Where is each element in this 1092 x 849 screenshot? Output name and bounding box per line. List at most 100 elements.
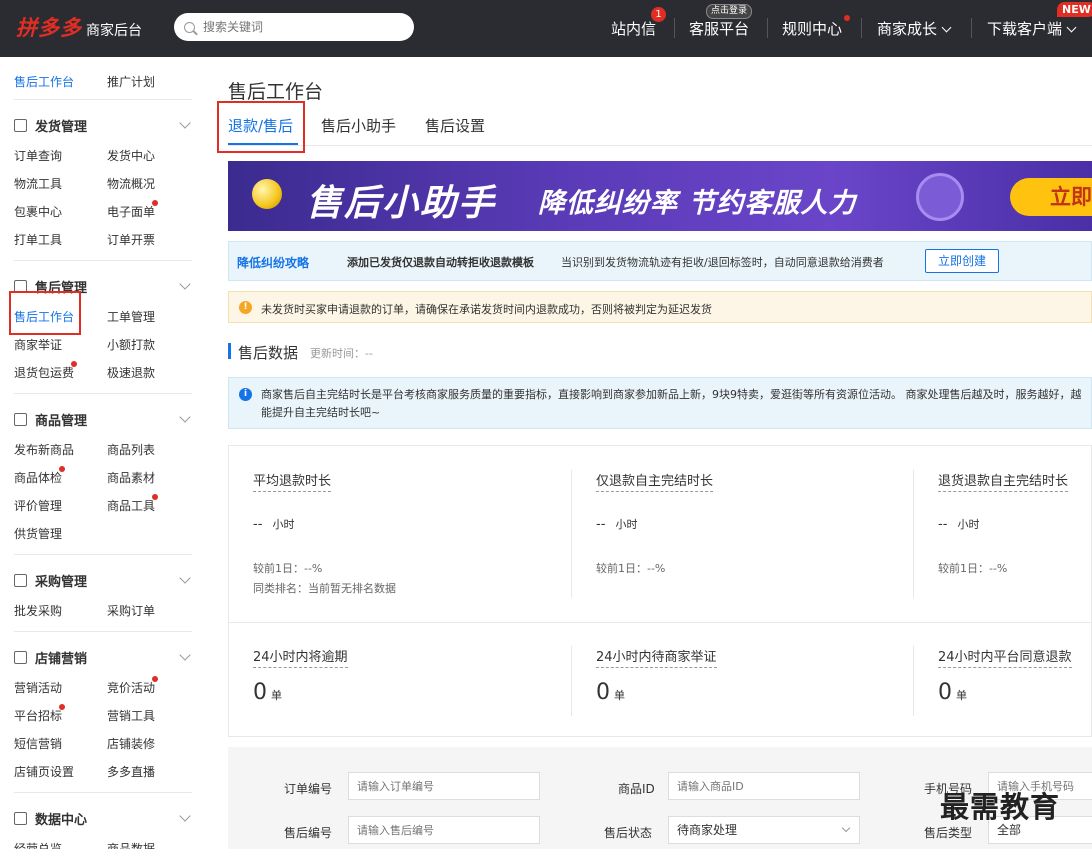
sidebar-group-purchase[interactable]: 采购管理 [14,571,87,590]
promo-banner[interactable]: 售后小助手 降低纠纷率 节约客服人力 立即 [228,161,1092,231]
sidebar-item[interactable]: 商品体检 [14,469,62,486]
sidebar-item[interactable]: 退货包运费 [14,364,74,381]
stat-avg-refund-time-label[interactable]: 平均退款时长 [253,470,332,492]
chevron-down-icon[interactable] [179,810,191,822]
sidebar-item[interactable]: 发布新商品 [14,441,74,458]
status-select[interactable]: 待商家处理 [668,816,860,844]
sidebar-divider [14,260,192,261]
stat-return-refund-time-value: -- 小时 [938,516,980,532]
sidebar-item[interactable]: 商品素材 [107,469,155,486]
sidebar-item[interactable]: 订单开票 [107,231,155,248]
document-icon [14,119,27,132]
nav-customer-service[interactable]: 客服平台 [689,18,749,39]
sidebar-item[interactable]: 商品工具 [107,497,155,514]
stat-platform-refund-label[interactable]: 24小时内平台同意退款 [938,646,1072,668]
stat-unit: 小时 [272,518,295,531]
sidebar-item[interactable]: 批发采购 [14,602,62,619]
new-dot [152,494,158,500]
stat-overdue-label[interactable]: 24小时内将逾期 [253,646,348,668]
sidebar-item[interactable]: 店铺装修 [107,735,155,752]
sidebar-divider [14,99,192,100]
tab-aftersale-assistant[interactable]: 售后小助手 [321,115,396,136]
nav-divider [767,18,768,38]
nav-merchant-growth[interactable]: 商家成长 [877,18,952,39]
sidebar-item[interactable]: 商品列表 [107,441,155,458]
sidebar-item[interactable]: 采购订单 [107,602,155,619]
sidebar-item[interactable]: 极速退款 [107,364,155,381]
goods-id-label: 商品ID [618,782,655,796]
sidebar-item[interactable]: 订单查询 [14,147,62,164]
stat-value: -- [253,517,267,532]
sidebar-item[interactable]: 营销活动 [14,679,62,696]
sidebar-item[interactable]: 包裹中心 [14,203,62,220]
stat-overdue-value[interactable]: 0单 [253,680,282,705]
nav-download-label: 下载客户端 [987,20,1063,38]
sidebar-item[interactable]: 短信营销 [14,735,62,752]
banner-cta-button[interactable]: 立即 [1010,178,1092,216]
section-marker [228,343,231,359]
stat-proof-value[interactable]: 0单 [596,680,625,705]
chevron-down-icon[interactable] [179,649,191,661]
sidebar-group-marketing[interactable]: 店铺营销 [14,648,87,667]
sidebar-item[interactable]: 小额打款 [107,336,155,353]
search-box[interactable] [174,13,414,41]
chevron-down-icon[interactable] [179,411,191,423]
new-dot [152,676,158,682]
stat-unit: 单 [614,689,625,702]
stat-refund-only-time-label[interactable]: 仅退款自主完结时长 [596,470,714,492]
sidebar-item[interactable]: 商品数据 [107,840,155,849]
sidebar-item[interactable]: 电子面单 [107,203,155,220]
sidebar-item[interactable]: 平台招标 [14,707,62,724]
nav-rules-center[interactable]: 规则中心 [782,18,842,39]
sidebar-divider [14,393,192,394]
sidebar-item[interactable]: 供货管理 [14,525,62,542]
sidebar-item[interactable]: 发货中心 [107,147,155,164]
sidebar-item[interactable]: 店铺页设置 [14,763,74,780]
sidebar-item-aftersale-workbench-top[interactable]: 售后工作台 [14,73,74,90]
nav-messages[interactable]: 站内信 [611,18,656,39]
chevron-down-icon [841,823,851,833]
sidebar-group-data-center[interactable]: 数据中心 [14,809,87,828]
sidebar-item[interactable]: 多多直播 [107,763,155,780]
sidebar-group-label: 店铺营销 [35,652,88,667]
login-badge[interactable]: 点击登录 [706,4,753,19]
stat-unit: 小时 [957,518,980,531]
search-input[interactable] [203,20,403,34]
order-no-input[interactable] [348,772,540,800]
stat-platform-refund-value[interactable]: 0单 [938,680,967,705]
sidebar-divider [14,554,192,555]
tab-aftersale-settings[interactable]: 售后设置 [425,115,485,136]
sidebar-item[interactable]: 经营总览 [14,840,62,849]
nav-divider [674,18,675,38]
sidebar-group-label: 发货管理 [35,120,88,135]
logo[interactable]: 拼多多 商家后台 [16,12,142,42]
banner-subtitle: 降低纠纷率 节约客服人力 [538,188,857,219]
goods-id-input[interactable] [668,772,860,800]
sidebar-item[interactable]: 打单工具 [14,231,62,248]
sidebar-item[interactable]: 物流概况 [107,175,155,192]
sidebar-group-goods[interactable]: 商品管理 [14,410,87,429]
stat-return-refund-time-label[interactable]: 退货退款自主完结时长 [938,470,1069,492]
sidebar-item[interactable]: 营销工具 [107,707,155,724]
stat-proof-label[interactable]: 24小时内待商家举证 [596,646,717,668]
chart-icon [14,812,27,825]
chevron-down-icon[interactable] [179,117,191,129]
rules-dot [844,15,850,21]
sidebar-item[interactable]: 竞价活动 [107,679,155,696]
sidebar-group-shipping[interactable]: 发货管理 [14,116,87,135]
info-bar: i 商家售后自主完结时长是平台考核商家服务质量的重要指标，直接影响到商家参加新品… [228,377,1092,429]
sidebar-item[interactable]: 评价管理 [14,497,62,514]
chevron-down-icon[interactable] [179,572,191,584]
stat-value: -- [596,517,610,532]
stat-value: 0 [596,680,610,705]
chevron-down-icon[interactable] [179,278,191,290]
aftersale-no-input[interactable] [348,816,540,844]
sidebar-item[interactable]: 商家举证 [14,336,62,353]
tabs-divider [228,145,1092,146]
sidebar-item[interactable]: 工单管理 [107,308,155,325]
sidebar-group-label: 采购管理 [35,575,88,590]
nav-download-client[interactable]: 下载客户端 [987,18,1077,39]
sidebar-item[interactable]: 物流工具 [14,175,62,192]
create-now-button[interactable]: 立即创建 [925,249,999,273]
sidebar-item-promotion-plan[interactable]: 推广计划 [107,73,155,90]
